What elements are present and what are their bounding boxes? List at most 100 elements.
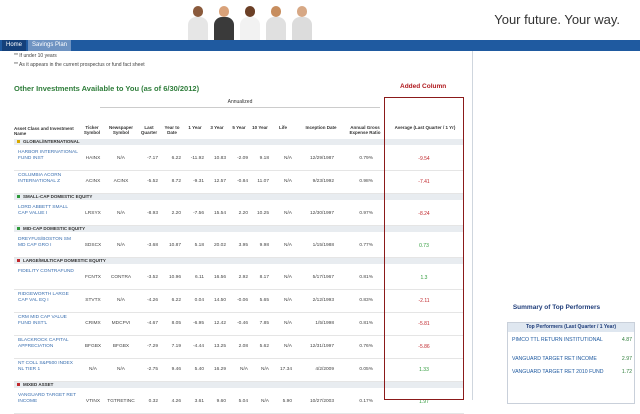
category-label: LARGE/MULTICAP DOMESTIC EQUITY bbox=[23, 258, 106, 263]
fund-name-link[interactable]: VANGUARD TARGET RET INCOME bbox=[18, 393, 78, 404]
inception-date: 2/12/1993 bbox=[312, 298, 334, 303]
return-value: 2.92 bbox=[238, 275, 248, 280]
return-value: -4.67 bbox=[147, 321, 158, 326]
return-value: 6.22 bbox=[171, 156, 181, 161]
inception-date: 1/15/1988 bbox=[312, 243, 334, 248]
fund-name-link[interactable]: DREYFUS/BOSTON SM MD CAP GRO I bbox=[18, 237, 78, 248]
newspaper-symbol: MDCPVI bbox=[111, 321, 131, 326]
newspaper-symbol: N/A bbox=[117, 156, 125, 161]
ticker-symbol: STVTX bbox=[85, 298, 101, 303]
return-value: 8.72 bbox=[171, 179, 181, 184]
fund-name-link[interactable]: RIDGEWORTH LARGE CAP VAL EQ I bbox=[18, 292, 78, 303]
tab-home[interactable]: Home bbox=[2, 40, 27, 51]
nav-bar: Home Savings Plan bbox=[0, 40, 640, 51]
footnote: ** As it appears in the current prospect… bbox=[14, 62, 145, 68]
column-header: 3 Year bbox=[210, 125, 224, 130]
return-value: N/A bbox=[284, 344, 292, 349]
newspaper-symbol: N/A bbox=[117, 211, 125, 216]
section-title: Other Investments Available to You (as o… bbox=[14, 84, 200, 93]
fund-name-link[interactable]: CRM MID CAP VALUE FUND INST'L bbox=[18, 315, 78, 326]
sidebar: Summary of Top Performers Top Performers… bbox=[473, 51, 640, 404]
return-value: 2.08 bbox=[238, 344, 248, 349]
tagline: Your future. Your way. bbox=[494, 12, 620, 27]
return-value: 10.87 bbox=[168, 243, 181, 248]
return-value: 12.42 bbox=[213, 321, 226, 326]
return-value: -5.52 bbox=[147, 179, 158, 184]
return-value: N/A bbox=[284, 211, 292, 216]
inception-date: 4/2/2009 bbox=[315, 367, 334, 372]
fund-name-link[interactable]: NT COLL S&P500 INDEX NL TIER 1 bbox=[18, 361, 78, 372]
return-value: 8.17 bbox=[259, 275, 269, 280]
newspaper-symbol: N/A bbox=[117, 243, 125, 248]
fund-name-link[interactable]: COLUMBIA ACORN INTERNATIONAL Z bbox=[18, 173, 78, 184]
return-value: -11.92 bbox=[190, 156, 204, 161]
category-marker-icon bbox=[17, 195, 20, 198]
inception-date: 12/29/1987 bbox=[309, 156, 334, 161]
inception-date: 9/23/1992 bbox=[312, 179, 334, 184]
top-performer-item[interactable]: VANGUARD TARGET RET INCOME 2.97 bbox=[512, 356, 632, 362]
inception-date: 1/5/1998 bbox=[315, 321, 334, 326]
top-performer-item[interactable]: VANGUARD TARGET RET 2010 FUND 1.72 bbox=[512, 369, 632, 375]
column-header: Last Quarter bbox=[140, 125, 158, 135]
ticker-symbol: LRSYX bbox=[85, 211, 101, 216]
annualized-header: Annualized bbox=[100, 99, 380, 108]
top-performer-value: 1.72 bbox=[621, 369, 632, 375]
return-value: 9.46 bbox=[171, 367, 181, 372]
site-header: Your future. Your way. bbox=[0, 0, 640, 40]
people-banner-image bbox=[182, 0, 332, 40]
newspaper-symbol: N/A bbox=[117, 298, 125, 303]
return-value: -0.84 bbox=[237, 179, 248, 184]
fund-name-link[interactable]: HARBOR INTERNATIONAL FUND INST bbox=[18, 150, 78, 161]
return-value: N/A bbox=[284, 275, 292, 280]
return-value: -0.06 bbox=[237, 298, 248, 303]
return-value: -2.09 bbox=[237, 156, 248, 161]
expense-ratio: 0.98% bbox=[359, 179, 373, 184]
newspaper-symbol: BFGBX bbox=[112, 344, 130, 349]
column-header: 5 Year bbox=[232, 125, 246, 130]
return-value: N/A bbox=[284, 156, 292, 161]
column-header: Newspaper Symbol bbox=[108, 125, 133, 135]
fund-name-link[interactable]: FIDELITY CONTRAFUND bbox=[18, 269, 78, 275]
category-label: SMALL-CAP DOMESTIC EQUITY bbox=[23, 194, 93, 199]
top-performer-name: VANGUARD TARGET RET 2010 FUND bbox=[512, 369, 604, 375]
return-value: 2.20 bbox=[238, 211, 248, 216]
return-value: 14.50 bbox=[213, 298, 226, 303]
return-value: -0.46 bbox=[237, 321, 248, 326]
category-label: GLOBAL/INTERNATIONAL bbox=[23, 139, 80, 144]
top-performers-box: Top Performers (Last Quarter / 1 Year) P… bbox=[507, 322, 635, 404]
newspaper-symbol: N/A bbox=[117, 367, 125, 372]
fund-name-link[interactable]: BLACKROCK CAPITAL APPRECIATION bbox=[18, 338, 78, 349]
top-performer-item[interactable]: PIMCO TTL RETURN INSTITUTIONAL 4.87 bbox=[512, 337, 632, 343]
return-value: -7.17 bbox=[147, 156, 158, 161]
inception-date: 12/30/1997 bbox=[309, 211, 334, 216]
column-header: Asset Class and Investment Name bbox=[14, 126, 74, 136]
return-value: 10.96 bbox=[168, 275, 181, 280]
return-value: 6.22 bbox=[171, 298, 181, 303]
column-header: Ticker Symbol bbox=[83, 125, 101, 135]
category-label: MID-CAP DOMESTIC EQUITY bbox=[23, 226, 86, 231]
return-value: 9.98 bbox=[259, 243, 269, 248]
return-value: N/A bbox=[284, 243, 292, 248]
ticker-symbol: SDSCX bbox=[84, 243, 102, 248]
return-value: -7.56 bbox=[193, 211, 204, 216]
top-performer-name: PIMCO TTL RETURN INSTITUTIONAL bbox=[512, 337, 603, 343]
return-value: -6.95 bbox=[193, 321, 204, 326]
return-value: N/A bbox=[261, 367, 269, 372]
return-value: 2.20 bbox=[171, 211, 181, 216]
return-value: 16.56 bbox=[213, 275, 226, 280]
category-label: MIXED ASSET bbox=[23, 382, 54, 387]
return-value: 10.83 bbox=[213, 156, 226, 161]
category-marker-icon bbox=[17, 259, 20, 262]
expense-ratio: 0.05% bbox=[359, 367, 373, 372]
top-performer-name: VANGUARD TARGET RET INCOME bbox=[512, 356, 597, 362]
category-marker-icon bbox=[17, 227, 20, 230]
column-header: 10 Year bbox=[252, 125, 268, 130]
column-header: Inception Date bbox=[305, 125, 337, 130]
tab-savings-plan[interactable]: Savings Plan bbox=[28, 40, 72, 51]
fund-name-link[interactable]: LORD ABBETT SMALL CAP VALUE I bbox=[18, 205, 78, 216]
return-value: -9.31 bbox=[193, 179, 204, 184]
return-value: 16.29 bbox=[213, 367, 226, 372]
return-value: 7.19 bbox=[171, 344, 181, 349]
return-value: 15.54 bbox=[213, 211, 226, 216]
added-column-label: Added Column bbox=[400, 83, 447, 90]
